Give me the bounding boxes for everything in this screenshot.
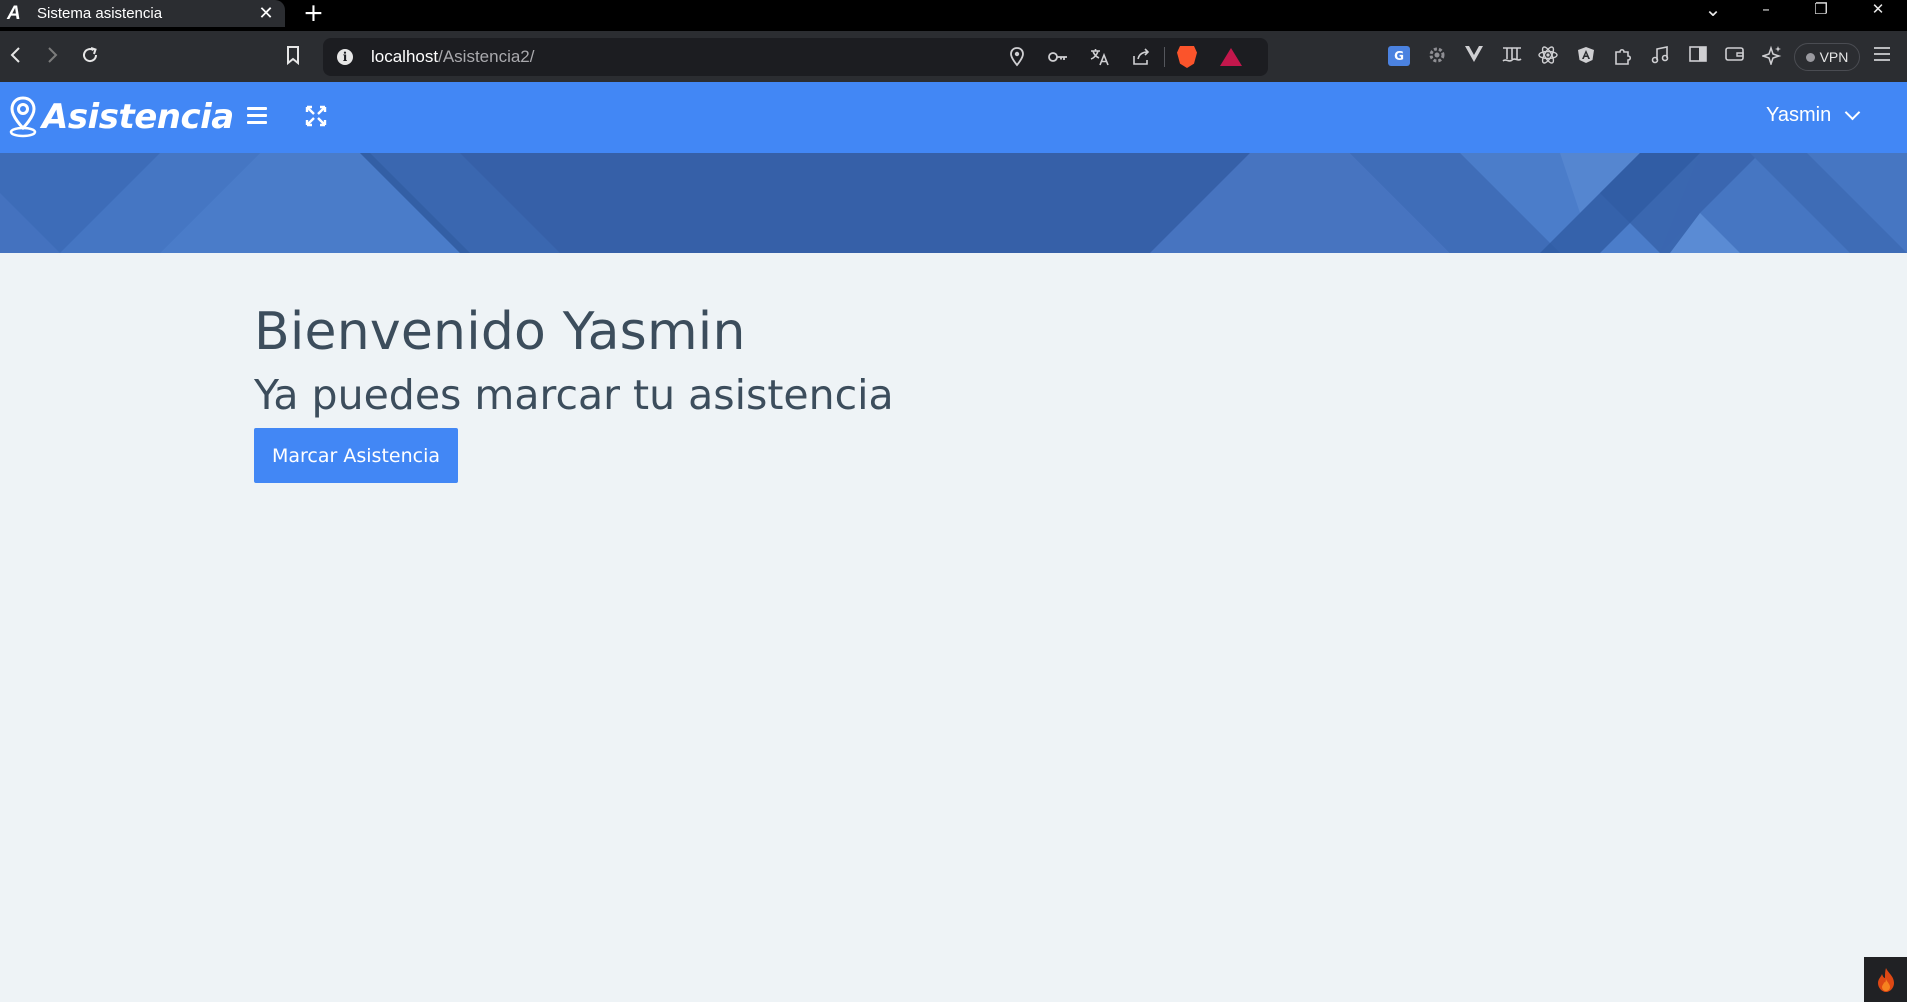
location-pin-logo-icon <box>9 96 37 138</box>
browser-tab[interactable]: A Sistema asistencia ✕ <box>0 0 285 27</box>
debug-toolbar-button[interactable] <box>1864 957 1907 1002</box>
address-url[interactable]: localhost/Asistencia2/ <box>371 47 535 67</box>
url-path: /Asistencia2/ <box>438 47 535 66</box>
tab-close-icon[interactable]: ✕ <box>256 3 276 24</box>
bookmark-icon <box>287 46 299 66</box>
fullscreen-icon <box>305 105 327 127</box>
user-menu-dropdown[interactable]: Yasmin <box>1766 104 1861 127</box>
reload-button[interactable] <box>78 43 102 73</box>
subtitle-heading: Ya puedes marcar tu asistencia <box>254 371 894 419</box>
header-banner <box>0 153 1907 253</box>
leo-ai-icon[interactable] <box>1760 45 1784 71</box>
mark-attendance-button[interactable]: Marcar Asistencia <box>254 428 458 483</box>
restore-button[interactable]: ❐ <box>1801 0 1841 20</box>
vpn-label: VPN <box>1819 49 1849 65</box>
vpn-status-icon <box>1805 52 1815 62</box>
new-tab-button[interactable]: + <box>303 0 324 27</box>
brand-name: Asistencia <box>42 97 234 137</box>
share-icon[interactable] <box>1130 47 1152 72</box>
gear-extension-icon[interactable] <box>1425 45 1449 71</box>
close-window-button[interactable]: ✕ <box>1858 0 1898 20</box>
tab-search-icon[interactable]: ⌄ <box>1693 0 1733 21</box>
bookmark-button[interactable] <box>281 43 305 73</box>
react-devtools-icon[interactable] <box>1536 45 1560 71</box>
browser-toolbar: i localhost/Asistencia2/ G VPN <box>0 31 1907 82</box>
address-bar[interactable]: i localhost/Asistencia2/ <box>323 38 1268 76</box>
key-icon[interactable] <box>1047 47 1069 72</box>
brave-rewards-icon[interactable] <box>1220 48 1242 66</box>
media-music-icon[interactable] <box>1648 45 1672 71</box>
back-button[interactable] <box>4 43 28 73</box>
banner-pattern-image <box>0 153 1907 253</box>
url-host: localhost <box>371 47 439 66</box>
forward-button[interactable] <box>40 43 64 73</box>
browser-tabstrip: A Sistema asistencia ✕ + ⌄ – ❐ ✕ <box>0 0 1907 31</box>
back-arrow-icon <box>10 47 20 63</box>
tab-title: Sistema asistencia <box>37 5 163 22</box>
vue-devtools-icon[interactable] <box>1462 45 1486 69</box>
wallet-icon[interactable] <box>1723 45 1747 69</box>
site-info-icon[interactable]: i <box>337 49 353 65</box>
fullscreen-button[interactable] <box>302 102 330 130</box>
main-content: Bienvenido Yasmin Ya puedes marcar tu as… <box>254 300 894 483</box>
extensions-puzzle-icon[interactable] <box>1611 45 1635 73</box>
brand-logo[interactable]: Asistencia <box>8 95 234 139</box>
forward-arrow-icon <box>48 47 58 63</box>
google-translate-extension-icon[interactable]: G <box>1388 46 1410 66</box>
sidebar-toggle-icon[interactable] <box>1686 45 1710 69</box>
translate-icon[interactable] <box>1089 47 1111 72</box>
text-extension-icon[interactable] <box>1500 45 1524 69</box>
welcome-heading: Bienvenido Yasmin <box>254 302 746 362</box>
vpn-button[interactable]: VPN <box>1794 43 1860 71</box>
browser-menu-icon[interactable] <box>1870 45 1894 69</box>
brave-shields-icon[interactable] <box>1177 46 1197 68</box>
chevron-down-icon <box>1844 104 1861 121</box>
tab-favicon-icon: A <box>7 2 21 24</box>
angular-devtools-icon[interactable] <box>1574 45 1598 71</box>
flame-icon <box>1877 967 1894 992</box>
user-name: Yasmin <box>1766 104 1832 126</box>
minimize-button[interactable]: – <box>1746 0 1786 20</box>
menu-toggle-button[interactable] <box>243 104 271 132</box>
reload-icon <box>83 47 98 63</box>
location-pin-icon[interactable] <box>1006 47 1028 72</box>
omnibox-divider <box>1164 47 1165 67</box>
app-navbar: Asistencia Yasmin <box>0 82 1907 153</box>
